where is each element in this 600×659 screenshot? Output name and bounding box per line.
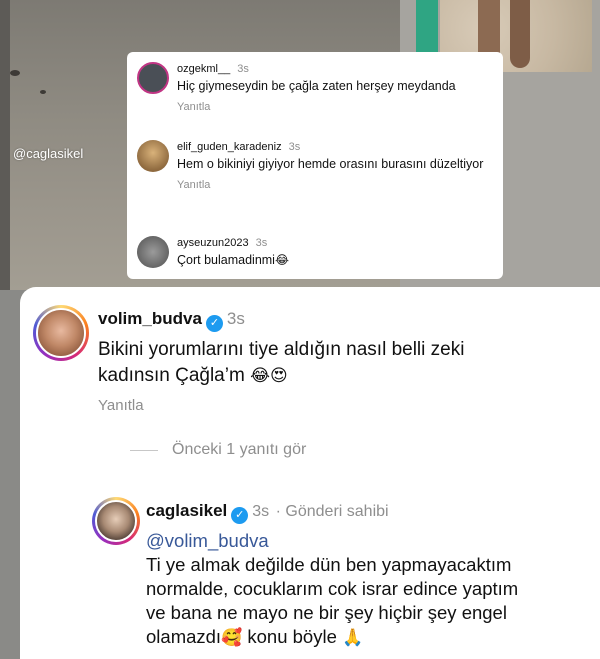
comment-username[interactable]: elif_guden_karadeniz xyxy=(177,141,282,153)
laughing-heart-eyes-emoji-icon: 😂😍 xyxy=(250,366,288,386)
smiling-hearts-emoji-icon: 🥰 xyxy=(221,628,243,648)
comment-time: 3s xyxy=(288,141,301,153)
photo-pebble xyxy=(10,70,20,76)
comment-header: volim_budva ✓ 3s xyxy=(98,309,245,332)
avatar[interactable] xyxy=(92,497,140,545)
reply-header: caglasikel ✓ 3s · Gönderi sahibi xyxy=(146,501,389,524)
avatar[interactable] xyxy=(137,140,169,172)
comment-text: Çort bulamadinmi xyxy=(177,253,275,267)
comment-text: Hem o bikiniyi giyiyor hemde orasını bur… xyxy=(177,157,484,171)
reply-text-line: Ti ye almak değilde dün ben yapmayacaktı… xyxy=(146,554,512,575)
view-replies-label: Önceki 1 yanıtı gör xyxy=(172,441,307,458)
comment-username[interactable]: ozgekml__ xyxy=(177,63,230,75)
list-item: ozgekml__ 3s Hiç giymeseydin be çağla za… xyxy=(137,62,493,122)
reply-text-block: @volim_budva Ti ye almak değilde dün ben… xyxy=(146,529,596,650)
divider xyxy=(130,449,158,451)
reply-link[interactable]: Yanıtla xyxy=(98,397,144,414)
reply-text-line: konu böyle xyxy=(242,626,343,647)
reply-text-line: olamazdı xyxy=(146,626,222,647)
photo-green-strip xyxy=(416,0,438,52)
reply-text-line: ve bana ne mayo ne bir şey hiçbir şey en… xyxy=(146,602,507,623)
folded-hands-emoji-icon: 🙏 xyxy=(342,628,364,648)
verified-badge-icon: ✓ xyxy=(205,315,223,332)
list-item: ayseuzun2023 3s Çort bulamadinmi😂 xyxy=(137,236,493,276)
comment-username[interactable]: ayseuzun2023 xyxy=(177,237,249,249)
comment-time: 3s xyxy=(237,63,249,75)
comment-thread-card: volim_budva ✓ 3s Bikini yorumlarını tiye a… xyxy=(20,287,600,659)
avatar[interactable] xyxy=(33,305,89,361)
comment-time: 3s xyxy=(226,309,245,328)
mention-link[interactable]: @volim_budva xyxy=(146,529,596,553)
comment-text-block: Bikini yorumlarını tiye aldığın nasıl be… xyxy=(98,337,538,389)
reply-link[interactable]: Yanıtla xyxy=(177,179,493,191)
comment-text: Hiç giymeseydin be çağla zaten herşey me… xyxy=(177,79,456,93)
photo-pebble xyxy=(40,90,46,94)
verified-badge-icon: ✓ xyxy=(231,507,249,524)
laughing-emoji-icon: 😂 xyxy=(274,253,289,267)
list-item: elif_guden_karadeniz 3s Hem o bikiniyi g… xyxy=(137,140,493,210)
avatar[interactable] xyxy=(137,236,169,268)
reply-link[interactable]: Yanıtla xyxy=(177,101,493,113)
comment-time: 3s xyxy=(255,237,268,249)
comments-overlay-card: ozgekml__ 3s Hiç giymeseydin be çağla za… xyxy=(127,52,503,279)
reply-time: 3s xyxy=(252,503,270,520)
photo-leg xyxy=(510,0,530,68)
photo-edge xyxy=(0,0,10,290)
reply-text-line: normalde, cocuklarım cok israr edince ya… xyxy=(146,578,519,599)
watermark-handle: @caglasikel xyxy=(13,146,84,161)
reply-username[interactable]: caglasikel xyxy=(146,501,227,520)
avatar[interactable] xyxy=(137,62,169,94)
comment-username[interactable]: volim_budva xyxy=(98,309,202,328)
view-previous-replies[interactable]: Önceki 1 yanıtı gör xyxy=(130,441,306,459)
post-owner-label: · Gönderi sahibi xyxy=(275,503,389,520)
